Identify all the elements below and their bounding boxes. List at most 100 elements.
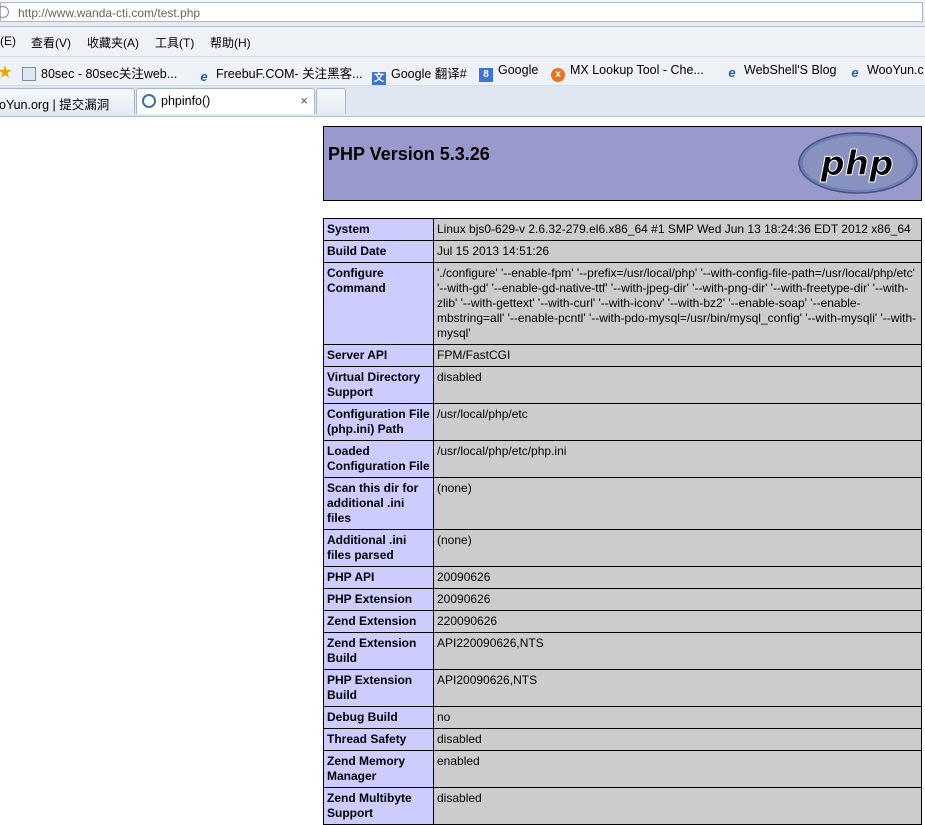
row-key: Server API — [323, 344, 434, 367]
page-icon — [0, 6, 9, 18]
row-key: Loaded Configuration File — [323, 440, 434, 478]
php-logo-icon[interactable]: php — [797, 131, 919, 195]
row-key: Thread Safety — [323, 728, 434, 751]
row-value: 220090626 — [433, 610, 922, 633]
row-value: Jul 15 2013 14:51:26 — [433, 240, 922, 263]
table-row: Thread Safety disabled — [323, 728, 922, 751]
ie-icon: e — [200, 69, 208, 84]
row-value: enabled — [433, 750, 922, 788]
row-value: 20090626 — [433, 566, 922, 589]
table-row: Configure Command './configure' '--enable… — [323, 262, 922, 345]
url-text[interactable]: http://www.wanda-cti.com/test.php — [18, 6, 200, 20]
favorites-star-icon[interactable]: ★ — [0, 63, 17, 80]
table-row: Zend Extension 220090626 — [323, 610, 922, 633]
row-value: FPM/FastCGI — [433, 344, 922, 367]
tab-phpinfo[interactable]: phpinfo() × — [136, 88, 315, 114]
table-row: Virtual Directory Support disabled — [323, 366, 922, 404]
row-value: (none) — [433, 477, 922, 530]
row-value: no — [433, 706, 922, 729]
favorite-label: WooYun.c — [867, 63, 924, 77]
row-value: disabled — [433, 728, 922, 751]
row-key: Build Date — [323, 240, 434, 263]
menu-help[interactable]: 帮助(H) — [210, 34, 251, 51]
row-value: 20090626 — [433, 588, 922, 611]
table-row: PHP Extension Build API20090626,NTS — [323, 669, 922, 707]
favorites-bar: ★ 80sec - 80sec关注web... e FreebuF.COM- 关注… — [0, 57, 925, 86]
row-key: Zend Extension — [323, 610, 434, 633]
table-row: PHP Extension 20090626 — [323, 588, 922, 611]
table-row: Server API FPM/FastCGI — [323, 344, 922, 367]
row-value: API220090626,NTS — [433, 632, 922, 670]
tab-label: oYun.org | 提交漏洞 — [0, 98, 110, 112]
row-value: (none) — [433, 529, 922, 567]
ie-icon: e — [728, 65, 736, 80]
close-icon[interactable]: × — [300, 93, 308, 108]
menu-favorites[interactable]: 收藏夹(A) — [87, 34, 139, 51]
mxtoolbox-icon: x — [551, 68, 565, 82]
new-tab-button[interactable] — [316, 88, 346, 114]
row-value: /usr/local/php/etc — [433, 403, 922, 441]
google-icon: 8 — [479, 68, 493, 82]
row-key: Configure Command — [323, 262, 434, 345]
page-title: PHP Version 5.3.26 — [328, 144, 490, 164]
table-row: Scan this dir for additional .ini files(… — [323, 477, 922, 530]
table-row: Debug Build no — [323, 706, 922, 729]
tab-wooyun[interactable]: oYun.org | 提交漏洞 — [0, 88, 135, 114]
menu-bar: (E) 查看(V) 收藏夹(A) 工具(T) 帮助(H) — [0, 27, 925, 57]
menu-tools[interactable]: 工具(T) — [155, 34, 194, 51]
favorite-label: WebShell'S Blog — [744, 63, 837, 77]
favorite-wooyun[interactable]: e WooYun.c — [848, 63, 924, 80]
row-key: Configuration File (php.ini) Path — [323, 403, 434, 441]
tab-page-icon — [142, 94, 156, 108]
favorite-google[interactable]: 8 Google — [479, 63, 539, 82]
tab-bar: oYun.org | 提交漏洞 phpinfo() × — [0, 86, 925, 117]
phpinfo-table: System Linux bjs0-629-v 2.6.32-279.el6.x8… — [323, 218, 922, 825]
row-value: disabled — [433, 787, 922, 825]
favorite-label: Google 翻译# — [391, 67, 467, 81]
menu-view[interactable]: 查看(V) — [31, 34, 71, 51]
row-value: /usr/local/php/etc/php.ini — [433, 440, 922, 478]
url-field[interactable]: http://www.wanda-cti.com/test.php — [0, 2, 923, 22]
favorite-label: FreebuF.COM- 关注黑客... — [216, 67, 363, 81]
table-row: Build Date Jul 15 2013 14:51:26 — [323, 240, 922, 263]
favorite-label: 80sec - 80sec关注web... — [41, 67, 178, 81]
favorite-mx-lookup[interactable]: x MX Lookup Tool - Che... — [551, 63, 704, 82]
row-key: Zend Extension Build — [323, 632, 434, 670]
row-value: disabled — [433, 366, 922, 404]
favorite-label: MX Lookup Tool - Che... — [570, 63, 704, 77]
translate-icon: 文 — [372, 72, 386, 85]
table-row: System Linux bjs0-629-v 2.6.32-279.el6.x8… — [323, 218, 922, 241]
row-key: Zend Memory Manager — [323, 750, 434, 788]
row-key: Additional .ini files parsed — [323, 529, 434, 567]
ie-icon: e — [851, 65, 859, 80]
table-row: Loaded Configuration File/usr/local/php/… — [323, 440, 922, 478]
row-value: Linux bjs0-629-v 2.6.32-279.el6.x86_64 #… — [433, 218, 922, 241]
row-value: './configure' '--enable-fpm' '--prefix=/… — [433, 262, 922, 345]
table-row: Zend Memory Manager enabled — [323, 750, 922, 788]
favorite-freebuf[interactable]: e FreebuF.COM- 关注黑客... — [197, 63, 363, 84]
row-key: Debug Build — [323, 706, 434, 729]
table-row: PHP API 20090626 — [323, 566, 922, 589]
favorite-google-translate[interactable]: 文 Google 翻译# — [372, 63, 467, 85]
row-key: PHP Extension Build — [323, 669, 434, 707]
page-icon — [22, 67, 36, 81]
table-row: Zend Multibyte Support disabled — [323, 787, 922, 825]
favorite-webshell-blog[interactable]: e WebShell'S Blog — [725, 63, 837, 80]
php-logo-text: php — [820, 144, 894, 184]
row-value: API20090626,NTS — [433, 669, 922, 707]
row-key: Virtual Directory Support — [323, 366, 434, 404]
tab-label: phpinfo() — [161, 94, 211, 108]
row-key: Scan this dir for additional .ini files — [323, 477, 434, 530]
menu-edit[interactable]: (E) — [0, 34, 16, 48]
favorite-label: Google — [498, 63, 539, 77]
table-row: Configuration File (php.ini) Path/usr/lo… — [323, 403, 922, 441]
page-content: PHP Version 5.3.26 php System Linux bjs0-… — [0, 117, 925, 825]
row-key: System — [323, 218, 434, 241]
row-key: PHP Extension — [323, 588, 434, 611]
address-bar: http://www.wanda-cti.com/test.php — [0, 0, 925, 27]
row-key: PHP API — [323, 566, 434, 589]
table-row: Zend Extension Build API220090626,NTS — [323, 632, 922, 670]
favorite-80sec[interactable]: 80sec - 80sec关注web... — [22, 63, 178, 81]
table-row: Additional .ini files parsed (none) — [323, 529, 922, 567]
php-header: PHP Version 5.3.26 php — [323, 126, 922, 201]
